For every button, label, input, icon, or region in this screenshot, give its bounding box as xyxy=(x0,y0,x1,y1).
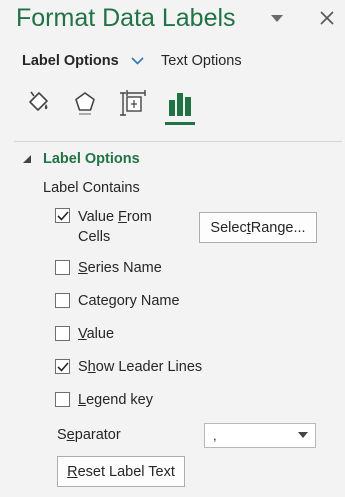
label-series-name[interactable]: Series Name xyxy=(78,258,162,278)
label-text-line2: Cells xyxy=(78,229,111,245)
reset-label-text-button[interactable]: Reset Label Text xyxy=(57,456,185,487)
checkbox-series-name[interactable] xyxy=(55,260,70,275)
fill-line-icon[interactable] xyxy=(20,86,54,120)
tab-label-options[interactable]: Label Options xyxy=(22,53,144,69)
tab-label-options-text: Label Options xyxy=(22,53,119,69)
label-legend-key[interactable]: Legend key xyxy=(78,390,153,410)
chevron-down-icon[interactable] xyxy=(298,432,308,438)
selected-icon-indicator xyxy=(165,122,195,125)
pane-menu-icon[interactable] xyxy=(270,12,284,26)
label-show-leader-lines[interactable]: Show Leader Lines xyxy=(78,357,202,377)
separator-value: , xyxy=(213,428,217,443)
checkbox-category-name[interactable] xyxy=(55,293,70,308)
collapse-triangle-icon xyxy=(22,154,33,164)
effects-icon[interactable] xyxy=(68,86,102,120)
checkbox-show-leader-lines[interactable] xyxy=(55,359,70,374)
checkbox-legend-key[interactable] xyxy=(55,392,70,407)
label-text: Value From xyxy=(78,209,152,225)
chevron-down-icon[interactable] xyxy=(131,57,144,65)
separator-label: Separator xyxy=(57,427,121,443)
label-options-icon[interactable] xyxy=(163,86,197,120)
close-icon[interactable] xyxy=(318,8,336,28)
size-properties-icon[interactable] xyxy=(116,86,150,120)
section-header-label-options[interactable]: Label Options xyxy=(22,151,140,167)
tab-text-options[interactable]: Text Options xyxy=(161,53,242,69)
label-value-from-cells[interactable]: Value From Cells xyxy=(78,207,152,247)
select-range-button[interactable]: Selec t Range... xyxy=(199,212,317,243)
pane-title: Format Data Labels xyxy=(16,4,236,32)
label-value[interactable]: Value xyxy=(78,324,114,344)
label-contains-heading: Label Contains xyxy=(43,180,140,196)
divider xyxy=(14,141,342,142)
label-category-name[interactable]: Category Name xyxy=(78,291,180,311)
section-title: Label Options xyxy=(43,151,140,167)
checkbox-value-from-cells[interactable] xyxy=(55,208,70,223)
separator-dropdown[interactable]: , xyxy=(204,423,316,448)
checkbox-value[interactable] xyxy=(55,326,70,341)
